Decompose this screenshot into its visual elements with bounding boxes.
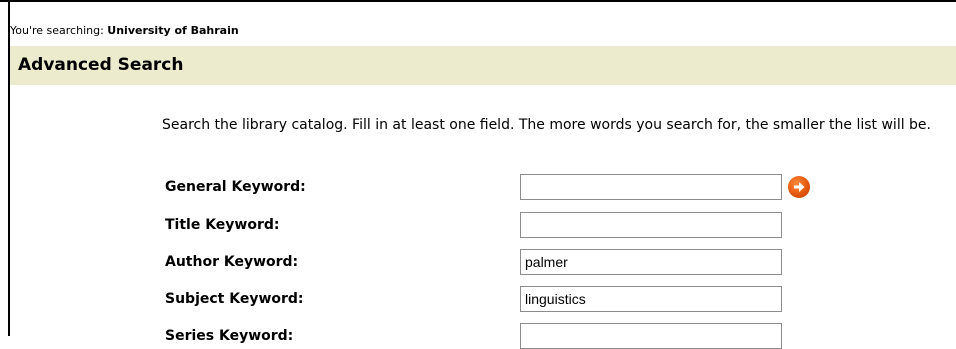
subject-keyword-label: Subject Keyword: xyxy=(165,291,304,307)
search-scope: You're searching: University of Bahrain xyxy=(10,24,239,38)
author-keyword-input[interactable] xyxy=(520,249,782,275)
window-top-border xyxy=(0,0,956,2)
page-title: Advanced Search xyxy=(10,46,956,85)
title-keyword-input[interactable] xyxy=(520,212,782,238)
search-go-button[interactable] xyxy=(788,176,810,198)
author-keyword-label: Author Keyword: xyxy=(165,254,299,270)
scope-library-name: University of Bahrain xyxy=(107,24,239,37)
title-keyword-label: Title Keyword: xyxy=(165,217,280,233)
intro-text: Search the library catalog. Fill in at l… xyxy=(162,117,931,133)
general-keyword-input[interactable] xyxy=(520,174,782,200)
series-keyword-input[interactable] xyxy=(520,323,782,349)
scope-prefix: You're searching: xyxy=(10,24,108,37)
series-keyword-label: Series Keyword: xyxy=(165,328,294,344)
subject-keyword-input[interactable] xyxy=(520,286,782,312)
general-keyword-label: General Keyword: xyxy=(165,179,306,195)
arrow-right-icon xyxy=(794,182,805,192)
